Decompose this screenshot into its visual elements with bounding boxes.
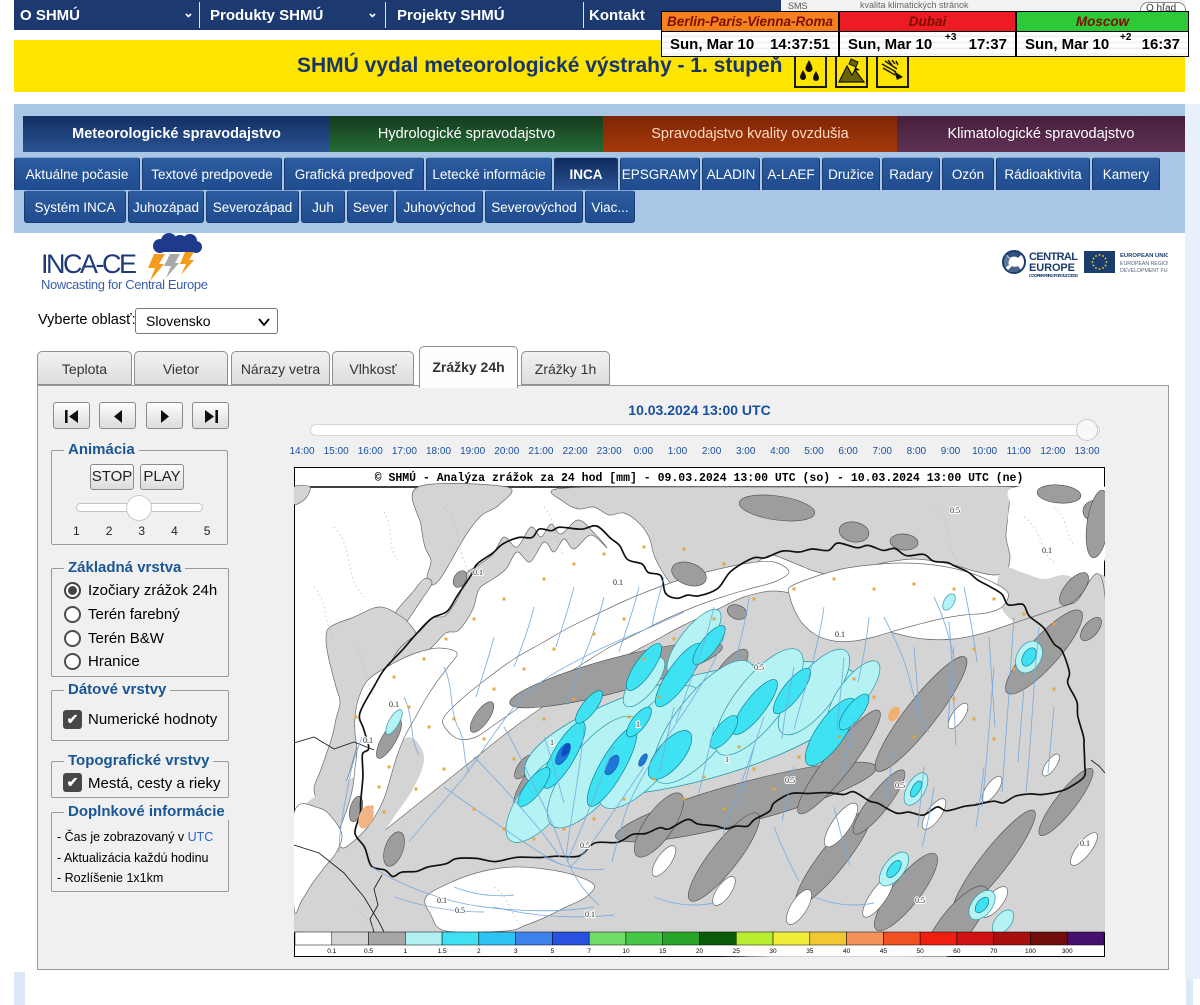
svg-text:COOPERATING FOR SUCCESS: COOPERATING FOR SUCCESS bbox=[1029, 273, 1078, 278]
svg-text:0.5: 0.5 bbox=[950, 506, 960, 515]
svg-text:1: 1 bbox=[550, 738, 554, 747]
svg-text:EUROPEAN UNION: EUROPEAN UNION bbox=[1120, 253, 1168, 259]
svg-text:0.1: 0.1 bbox=[835, 630, 845, 639]
svg-text:0.1: 0.1 bbox=[613, 578, 623, 587]
svg-text:0.1: 0.1 bbox=[473, 568, 483, 577]
svg-text:50: 50 bbox=[917, 948, 925, 955]
svg-text:0.1: 0.1 bbox=[363, 736, 373, 745]
svg-text:1.5: 1.5 bbox=[438, 948, 447, 955]
svg-text:0.5: 0.5 bbox=[455, 906, 465, 915]
svg-text:0.1: 0.1 bbox=[1080, 839, 1090, 848]
svg-text:© SHMÚ - Analýza zrážok za 24: © SHMÚ - Analýza zrážok za 24 hod [mm] -… bbox=[375, 471, 1024, 485]
svg-text:10: 10 bbox=[622, 948, 630, 955]
svg-text:0.5: 0.5 bbox=[915, 896, 925, 905]
svg-text:30: 30 bbox=[769, 948, 777, 955]
svg-text:0.1: 0.1 bbox=[327, 948, 336, 955]
svg-text:1: 1 bbox=[725, 755, 729, 764]
svg-text:70: 70 bbox=[990, 948, 998, 955]
svg-text:1: 1 bbox=[404, 948, 408, 955]
svg-text:DEVELOPMENT FUND: DEVELOPMENT FUND bbox=[1120, 268, 1168, 274]
svg-text:0.5: 0.5 bbox=[785, 776, 795, 785]
svg-text:3: 3 bbox=[514, 948, 518, 955]
svg-text:0.1: 0.1 bbox=[1042, 546, 1052, 555]
svg-text:0.5: 0.5 bbox=[895, 781, 905, 790]
svg-text:35: 35 bbox=[806, 948, 814, 955]
svg-text:300: 300 bbox=[1062, 948, 1073, 955]
svg-text:EUROPEAN REGIONAL: EUROPEAN REGIONAL bbox=[1120, 261, 1168, 267]
svg-text:7: 7 bbox=[587, 948, 591, 955]
svg-text:Nowcasting for Central Europe: Nowcasting for Central Europe bbox=[41, 277, 208, 292]
svg-text:1: 1 bbox=[636, 720, 640, 729]
svg-text:100: 100 bbox=[1025, 948, 1036, 955]
svg-text:0.5: 0.5 bbox=[754, 663, 764, 672]
svg-text:15: 15 bbox=[659, 948, 667, 955]
svg-text:0.5: 0.5 bbox=[364, 948, 373, 955]
svg-text:INCA-CE: INCA-CE bbox=[41, 249, 137, 279]
svg-text:45: 45 bbox=[880, 948, 888, 955]
svg-text:5: 5 bbox=[551, 948, 555, 955]
svg-text:20: 20 bbox=[696, 948, 704, 955]
svg-text:60: 60 bbox=[953, 948, 961, 955]
svg-text:2: 2 bbox=[477, 948, 481, 955]
svg-text:0.5: 0.5 bbox=[580, 841, 590, 850]
svg-text:25: 25 bbox=[733, 948, 741, 955]
svg-text:40: 40 bbox=[843, 948, 851, 955]
svg-text:0.1: 0.1 bbox=[585, 910, 595, 919]
svg-text:0.1: 0.1 bbox=[389, 700, 399, 709]
svg-text:0.1: 0.1 bbox=[437, 896, 447, 905]
